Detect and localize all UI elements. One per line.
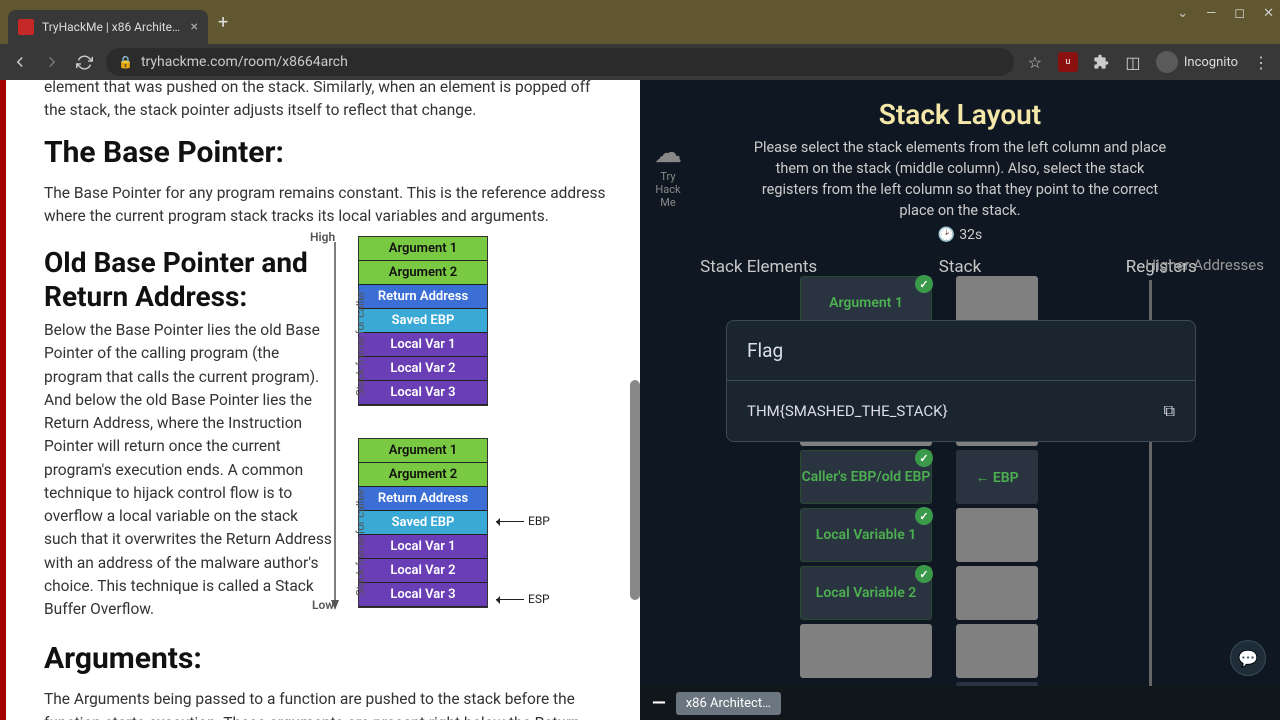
window-titlebar: TryHackMe | x86 Architecture Ov × + ⌄ — … <box>0 0 1280 44</box>
check-icon: ✓ <box>915 275 933 293</box>
incognito-indicator[interactable]: Incognito <box>1156 51 1238 73</box>
stack-row: Return Address <box>359 487 487 511</box>
annot-ebp: EBP <box>496 514 550 528</box>
heading-arguments: Arguments: <box>44 641 612 676</box>
thm-logo: ☁ TryHackMe <box>654 136 682 209</box>
new-tab-button[interactable]: + <box>218 12 228 33</box>
stack-slot-caller-ebp[interactable]: Caller's EBP/old EBP✓ <box>800 450 932 504</box>
check-icon: ✓ <box>915 449 933 467</box>
kebab-menu-icon[interactable]: ⋮ <box>1252 53 1270 71</box>
stack-row: Argument 2 <box>359 261 487 285</box>
reg-slot-ebp[interactable]: ← EBP <box>956 450 1038 504</box>
copy-icon[interactable]: ⧉ <box>1164 401 1175 421</box>
stack-slot-empty[interactable] <box>800 624 932 678</box>
lock-icon: 🔒 <box>118 55 133 69</box>
stack-row: Local Var 1 <box>359 333 487 357</box>
extensions-icon[interactable] <box>1092 53 1110 71</box>
star-icon[interactable]: ☆ <box>1026 53 1044 71</box>
stack-diagram: High Stack frame for caller Argument 1 A… <box>358 236 488 621</box>
flag-value: THM{SMASHED_THE_STACK} <box>747 402 948 420</box>
minimize-icon[interactable]: — <box>1206 6 1216 21</box>
window-controls: ⌄ — ◻ ✕ <box>1177 6 1274 21</box>
chevron-down-icon[interactable]: ⌄ <box>1177 6 1188 21</box>
vm-taskbar: — x86 Architect… <box>640 686 1280 720</box>
heading-base-pointer: The Base Pointer: <box>44 135 612 170</box>
article-pane: element that was pushed on the stack. Si… <box>0 80 640 720</box>
taskbar-tab[interactable]: x86 Architect… <box>676 692 781 715</box>
stack-slot-lv1[interactable]: Local Variable 1✓ <box>800 508 932 562</box>
args-paragraph: The Arguments being passed to a function… <box>44 688 612 720</box>
heading-old-bp: Old Base Pointer and Return Address: <box>44 246 334 313</box>
close-icon[interactable]: × <box>191 19 198 35</box>
stack-row: Local Var 3 <box>359 381 487 405</box>
flag-title: Flag <box>727 321 1195 381</box>
stack-row: Argument 1 <box>359 237 487 261</box>
check-icon: ✓ <box>915 507 933 525</box>
clock-icon: 🕑 <box>938 227 955 243</box>
help-button[interactable]: 💬 <box>1230 640 1266 676</box>
reg-slot-empty[interactable] <box>956 508 1038 562</box>
back-button[interactable] <box>10 52 30 72</box>
timer: 🕑32s <box>640 227 1280 243</box>
tab-title: TryHackMe | x86 Architecture Ov <box>42 20 183 34</box>
scrollbar-thumb[interactable] <box>630 380 640 600</box>
address-bar: 🔒 tryhackme.com/room/x8664arch ☆ u ◫ Inc… <box>0 44 1280 80</box>
label-higher-addresses: Higher Addresses <box>1145 256 1264 274</box>
col-stack-elements: Stack Elements <box>658 257 859 277</box>
flag-modal: Flag THM{SMASHED_THE_STACK} ⧉ <box>726 320 1196 442</box>
close-window-icon[interactable]: ✕ <box>1263 6 1274 21</box>
label-frame-callee: Stack frame for callee <box>354 489 367 596</box>
right-instructions: Please select the stack elements from th… <box>640 131 1280 221</box>
interactive-pane: ☁ TryHackMe Stack Layout Please select t… <box>640 80 1280 720</box>
right-title: Stack Layout <box>640 98 1280 131</box>
arrow-down-icon <box>328 242 342 612</box>
stack-row: Argument 2 <box>359 463 487 487</box>
stack-row: Return Address <box>359 285 487 309</box>
tab-favicon <box>18 19 34 35</box>
stack-row: Saved EBP <box>359 511 487 535</box>
reading-list-icon[interactable]: ◫ <box>1124 53 1142 71</box>
annot-esp: ESP <box>496 592 550 606</box>
stack-row: Saved EBP <box>359 309 487 333</box>
maximize-icon[interactable]: ◻ <box>1234 6 1245 21</box>
taskbar-minimize[interactable]: — <box>652 693 666 714</box>
stack-block-caller: Argument 1 Argument 2 Return Address Sav… <box>358 236 488 406</box>
page-content: element that was pushed on the stack. Si… <box>0 80 1280 720</box>
reg-slot-empty[interactable] <box>956 624 1038 678</box>
url-input[interactable]: 🔒 tryhackme.com/room/x8664arch <box>106 48 1014 76</box>
stack-row: Local Var 2 <box>359 357 487 381</box>
old-bp-paragraph: Below the Base Pointer lies the old Base… <box>44 319 334 621</box>
stack-row: Argument 1 <box>359 439 487 463</box>
bp-paragraph: The Base Pointer for any program remains… <box>44 182 612 229</box>
incognito-avatar-icon <box>1156 51 1178 73</box>
reg-slot-empty[interactable] <box>956 566 1038 620</box>
check-icon: ✓ <box>915 565 933 583</box>
incognito-label: Incognito <box>1184 55 1238 70</box>
url-text: tryhackme.com/room/x8664arch <box>141 54 348 70</box>
stack-block-callee: Argument 1 Argument 2 Return Address Sav… <box>358 438 488 608</box>
reload-button[interactable] <box>74 52 94 72</box>
stack-slot-lv2[interactable]: Local Variable 2✓ <box>800 566 932 620</box>
label-frame-caller: Stack frame for caller <box>354 291 367 396</box>
cloud-icon: ☁ <box>654 136 682 170</box>
stack-row: Local Var 3 <box>359 583 487 607</box>
forward-button[interactable] <box>42 52 62 72</box>
stack-row: Local Var 1 <box>359 535 487 559</box>
col-stack: Stack <box>859 257 1060 277</box>
intro-fragment: element that was pushed on the stack. Si… <box>44 80 612 123</box>
ublock-icon[interactable]: u <box>1058 52 1078 72</box>
stack-row: Local Var 2 <box>359 559 487 583</box>
browser-tab[interactable]: TryHackMe | x86 Architecture Ov × <box>8 10 208 44</box>
